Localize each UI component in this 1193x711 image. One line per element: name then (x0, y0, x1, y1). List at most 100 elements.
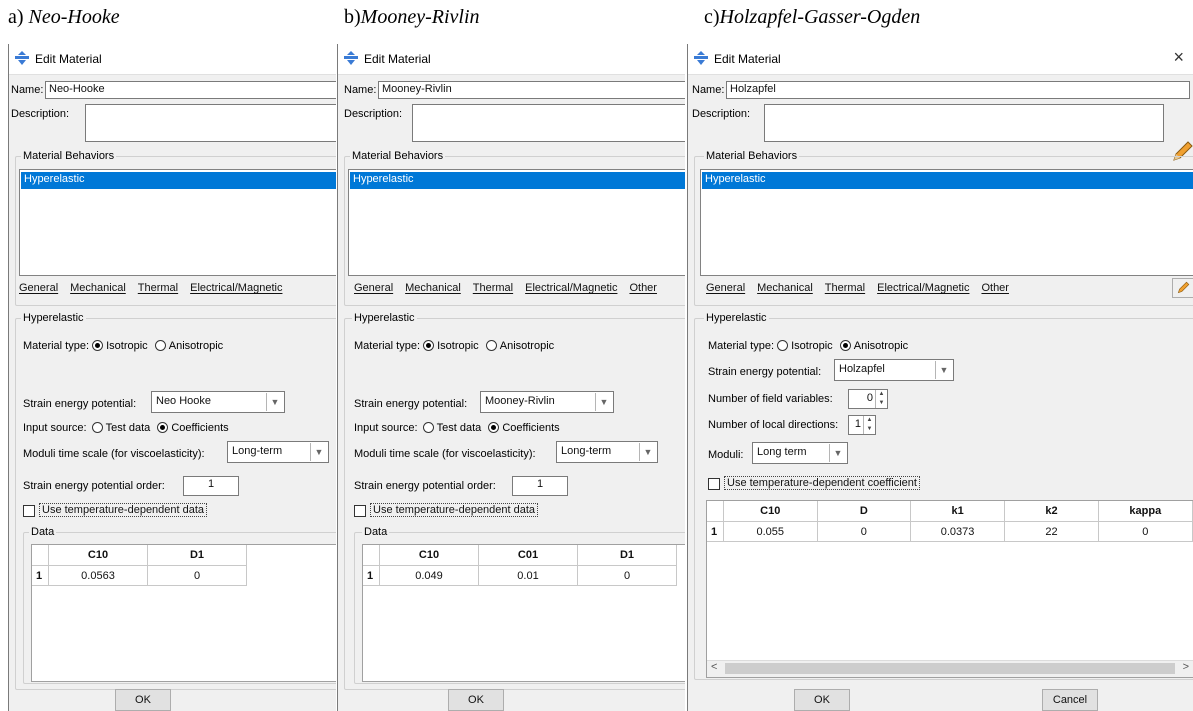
anisotropic-radio[interactable] (154, 340, 166, 351)
name-field[interactable]: Neo-Hooke (45, 81, 336, 99)
isotropic-radio[interactable] (423, 340, 435, 351)
menu-thermal[interactable]: Thermal (473, 282, 513, 294)
menu-electrical-magnetic[interactable]: Electrical/Magnetic (877, 282, 969, 294)
menu-general[interactable]: General (19, 282, 58, 294)
use-temp-coef-checkbox[interactable] (708, 478, 720, 490)
table-cell-d1[interactable]: 0 (577, 565, 677, 586)
isotropic-radio[interactable] (777, 340, 789, 351)
ok-button[interactable]: OK (448, 689, 504, 711)
row-number: 1 (707, 521, 724, 542)
table-cell-c01[interactable]: 0.01 (478, 565, 578, 586)
row-number: 1 (363, 565, 380, 586)
menu-general[interactable]: General (706, 282, 745, 294)
chevron-down-icon[interactable]: ▼ (310, 443, 327, 461)
scrollbar-thumb[interactable] (725, 663, 1175, 674)
behaviors-list[interactable]: Hyperelastic (19, 169, 336, 276)
caption-prefix: b) (344, 6, 361, 28)
menu-other[interactable]: Other (629, 282, 657, 294)
scroll-left-icon[interactable]: < (711, 661, 717, 673)
title-bar[interactable]: Edit Material × (688, 44, 1193, 75)
chevron-down-icon[interactable]: ▼ (935, 361, 952, 379)
field-variables-value: 0 (866, 392, 873, 404)
menu-other[interactable]: Other (981, 282, 1009, 294)
behavior-item-hyperelastic[interactable]: Hyperelastic (350, 172, 685, 189)
anisotropic-radio[interactable] (839, 340, 851, 351)
title-bar[interactable]: Edit Material (338, 44, 685, 75)
description-field[interactable] (764, 104, 1164, 142)
name-label: Name: (11, 84, 44, 96)
name-field[interactable]: Mooney-Rivlin (378, 81, 685, 99)
strain-order-field[interactable]: 1 (512, 476, 568, 496)
chevron-down-icon[interactable]: ▼ (829, 444, 846, 462)
menu-mechanical[interactable]: Mechanical (757, 282, 813, 294)
ok-button[interactable]: OK (794, 689, 850, 711)
chevron-down-icon[interactable]: ▼ (266, 393, 283, 411)
strain-energy-combo[interactable]: Neo Hooke ▼ (151, 391, 285, 413)
menu-mechanical[interactable]: Mechanical (70, 282, 126, 294)
strain-order-label: Strain energy potential order: (23, 480, 165, 492)
table-cell-kappa[interactable]: 0 (1098, 521, 1193, 542)
behavior-item-hyperelastic[interactable]: Hyperelastic (21, 172, 336, 189)
table-cell-c10[interactable]: 0.049 (379, 565, 479, 586)
use-temp-data-label[interactable]: Use temperature-dependent data (39, 503, 208, 517)
edit-behavior-button[interactable] (1172, 278, 1193, 298)
menu-electrical-magnetic[interactable]: Electrical/Magnetic (190, 282, 282, 294)
behavior-menu-bar: General Mechanical Thermal Electrical/Magne… (19, 282, 294, 294)
behaviors-list[interactable]: Hyperelastic (700, 169, 1193, 276)
data-table[interactable]: C10 D k1 k2 kappa 1 0.055 0 0.0373 22 0 … (706, 500, 1193, 678)
strain-energy-combo[interactable]: Mooney-Rivlin ▼ (480, 391, 614, 413)
description-field[interactable] (85, 104, 336, 142)
menu-electrical-magnetic[interactable]: Electrical/Magnetic (525, 282, 617, 294)
chevron-down-icon[interactable]: ▼ (639, 443, 656, 461)
moduli-timescale-combo[interactable]: Long-term ▼ (227, 441, 329, 463)
panel-mooney-rivlin: Edit Material Name: Mooney-Rivlin Descri… (337, 44, 685, 711)
field-variables-spinner[interactable]: 0 ▲ ▼ (848, 389, 888, 409)
local-directions-value: 1 (854, 418, 861, 430)
scroll-right-icon[interactable]: > (1183, 661, 1189, 673)
menu-mechanical[interactable]: Mechanical (405, 282, 461, 294)
ok-button[interactable]: OK (115, 689, 171, 711)
strain-order-field[interactable]: 1 (183, 476, 239, 496)
isotropic-radio[interactable] (92, 340, 104, 351)
use-temp-data-checkbox[interactable] (354, 505, 366, 517)
menu-general[interactable]: General (354, 282, 393, 294)
strain-energy-value: Neo Hooke (156, 395, 212, 407)
table-cell-c10[interactable]: 0.055 (723, 521, 818, 542)
behaviors-list[interactable]: Hyperelastic (348, 169, 685, 276)
table-cell-k1[interactable]: 0.0373 (910, 521, 1006, 542)
table-cell-d1[interactable]: 0 (147, 565, 247, 586)
use-temp-coef-label[interactable]: Use temperature-dependent coefficient (724, 476, 920, 490)
table-cell-k2[interactable]: 22 (1004, 521, 1099, 542)
moduli-timescale-combo[interactable]: Long-term ▼ (556, 441, 658, 463)
anisotropic-radio[interactable] (485, 340, 497, 351)
abaqus-material-icon (15, 51, 29, 65)
horizontal-scrollbar[interactable]: < > (707, 660, 1193, 677)
test-data-radio[interactable] (422, 422, 434, 433)
test-data-radio[interactable] (91, 422, 103, 433)
strain-energy-combo[interactable]: Holzapfel ▼ (834, 359, 954, 381)
spinner-arrows-icon[interactable]: ▲ ▼ (863, 416, 875, 434)
description-field[interactable] (412, 104, 685, 142)
panel-holzapfel: Edit Material × Name: Holzapfel Descript… (687, 44, 1193, 711)
cancel-button[interactable]: Cancel (1042, 689, 1098, 711)
table-header-row: C10 D k1 k2 kappa (707, 501, 1193, 522)
caption-prefix: a) (8, 6, 24, 28)
data-table[interactable]: C10 C01 D1 1 0.049 0.01 0 (362, 544, 685, 682)
chevron-down-icon[interactable]: ▼ (595, 393, 612, 411)
close-icon[interactable]: × (1173, 47, 1184, 68)
data-table[interactable]: C10 D1 1 0.0563 0 (31, 544, 336, 682)
menu-thermal[interactable]: Thermal (825, 282, 865, 294)
title-bar[interactable]: Edit Material (9, 44, 336, 75)
table-cell-c10[interactable]: 0.0563 (48, 565, 148, 586)
moduli-combo[interactable]: Long term ▼ (752, 442, 848, 464)
spinner-arrows-icon[interactable]: ▲ ▼ (875, 390, 887, 408)
use-temp-data-checkbox[interactable] (23, 505, 35, 517)
coefficients-radio[interactable] (488, 422, 500, 433)
behavior-item-hyperelastic[interactable]: Hyperelastic (702, 172, 1193, 189)
name-field[interactable]: Holzapfel (726, 81, 1190, 99)
table-cell-d[interactable]: 0 (817, 521, 911, 542)
coefficients-radio[interactable] (157, 422, 169, 433)
use-temp-data-label[interactable]: Use temperature-dependent data (370, 503, 539, 517)
menu-thermal[interactable]: Thermal (138, 282, 178, 294)
local-directions-spinner[interactable]: 1 ▲ ▼ (848, 415, 876, 435)
